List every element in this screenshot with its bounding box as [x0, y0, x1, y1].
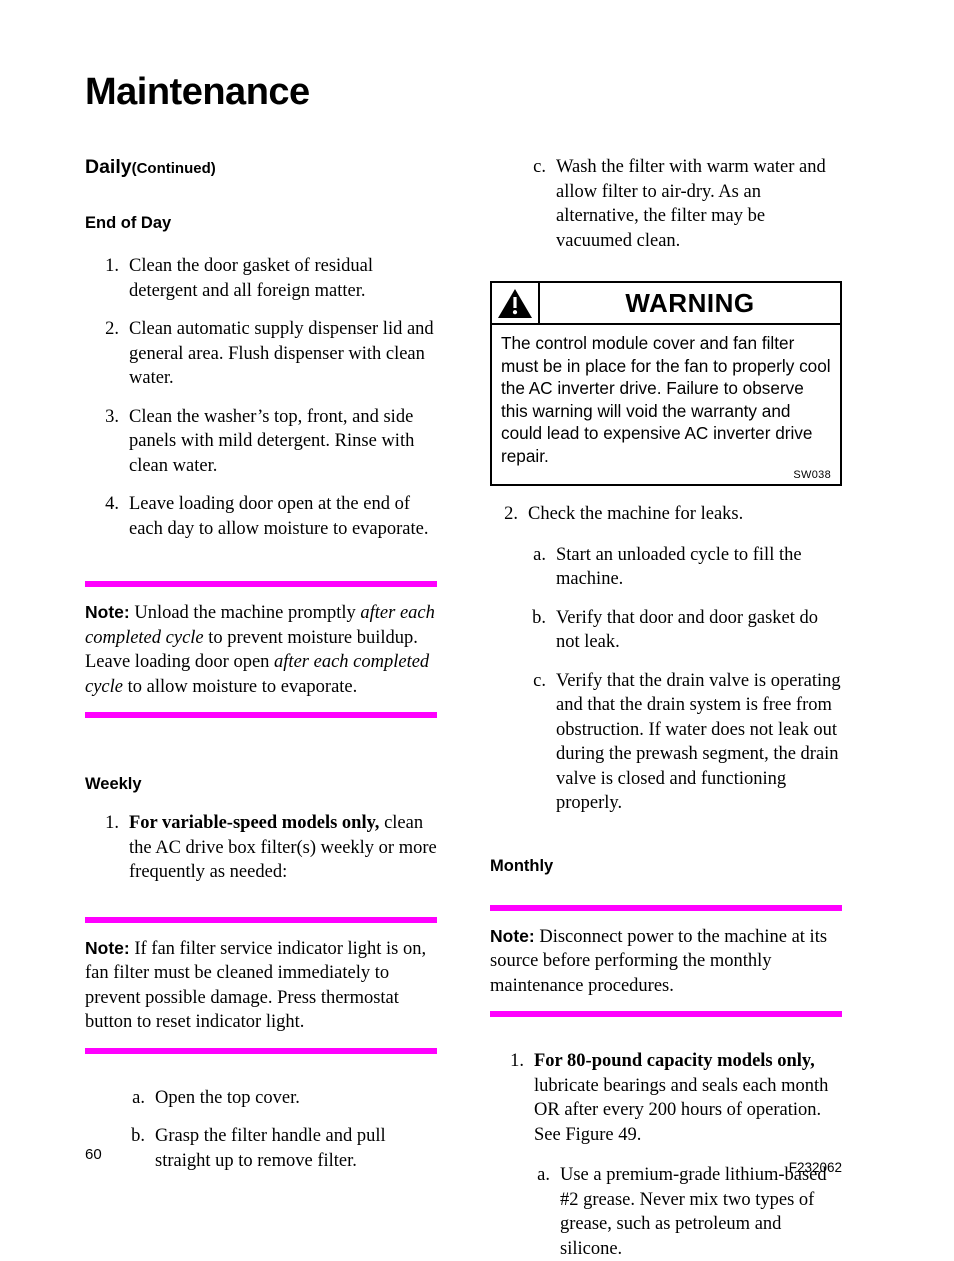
list-marker: 2.: [504, 504, 518, 524]
section-heading-text: Daily: [85, 156, 132, 178]
list-item: a. Start an unloaded cycle to fill the m…: [524, 543, 842, 592]
list-item: b. Grasp the filter handle and pull stra…: [123, 1124, 437, 1173]
list-item: 1. For 80-pound capacity models only, lu…: [502, 1049, 842, 1147]
list-marker: 1.: [105, 256, 119, 276]
list-item: 3. Clean the washer’s top, front, and si…: [97, 405, 437, 479]
list-item-text: Verify that door and door gasket do not …: [556, 607, 819, 653]
note-label: Note:: [85, 937, 130, 958]
section-heading-continued: (Continued): [131, 160, 216, 177]
list-item-text: Clean the door gasket of residual deterg…: [129, 256, 374, 301]
list-item: 1. For variable-speed models only, clean…: [97, 811, 437, 885]
leak-check-sub-list: a. Start an unloaded cycle to fill the m…: [524, 543, 842, 816]
note-run: Unload the machine promptly: [129, 603, 361, 623]
note-label: Note:: [490, 925, 535, 946]
list-marker: b.: [131, 1126, 145, 1146]
list-item: 4. Leave loading door open at the end of…: [97, 492, 437, 541]
footer-page-number: 60: [85, 1146, 102, 1163]
note-run: to allow moisture to evaporate.: [123, 676, 358, 697]
list-item-text: Leave loading door open at the end of ea…: [129, 494, 429, 539]
list-item: 2. Check the machine for leaks.: [496, 502, 842, 527]
warning-code: SW038: [793, 469, 831, 481]
list-marker: 2.: [105, 319, 119, 339]
note-text: Note: Unload the machine promptly after …: [85, 587, 437, 712]
list-item-text: For 80-pound capacity models only, lubri…: [534, 1049, 842, 1147]
list-marker: a.: [537, 1165, 550, 1185]
list-marker: 1.: [510, 1051, 524, 1071]
page-title: Maintenance: [85, 71, 310, 113]
list-item: a. Use a premium-grade lithium-based #2 …: [528, 1163, 842, 1261]
list-marker: a.: [533, 544, 546, 565]
list-item-text: Clean automatic supply dispenser lid and…: [129, 319, 434, 388]
note-block-unload: Note: Unload the machine promptly after …: [85, 581, 437, 718]
list-item-text: For variable-speed models only, clean th…: [129, 811, 437, 885]
section-heading-weekly: Weekly: [85, 775, 142, 793]
note-text: Note: Disconnect power to the machine at…: [490, 911, 842, 1012]
warning-title: WARNING: [625, 287, 755, 318]
right-column: c. Wash the filter with warm water and a…: [490, 155, 842, 1261]
list-item-bold-lead: For variable-speed models only,: [129, 813, 380, 833]
list-item: a. Open the top cover.: [123, 1086, 437, 1111]
list-item: 2. Clean automatic supply dispenser lid …: [97, 317, 437, 391]
list-marker: c.: [533, 670, 546, 691]
warning-box: WARNING The control module cover and fan…: [490, 281, 842, 486]
list-item-text: Wash the filter with warm water and allo…: [556, 157, 826, 251]
note-text: Note: If fan filter service indicator li…: [85, 923, 437, 1048]
note-block-monthly-power: Note: Disconnect power to the machine at…: [490, 904, 842, 1017]
weekly-sub-list: a. Open the top cover. b. Grasp the filt…: [123, 1086, 437, 1174]
list-item: c. Wash the filter with warm water and a…: [524, 155, 842, 253]
list-marker: a.: [132, 1087, 145, 1108]
list-item-bold-lead: For 80-pound capacity models only,: [534, 1051, 815, 1071]
note-block-fan-filter: Note: If fan filter service indicator li…: [85, 916, 437, 1054]
note-body: Disconnect power to the machine at its s…: [490, 926, 828, 996]
list-item-text: Verify that the drain valve is operating…: [556, 670, 841, 814]
footer-document-code: F232062: [788, 1160, 842, 1175]
note-body: Unload the machine promptly after each c…: [85, 603, 435, 697]
weekly-list: 1. For variable-speed models only, clean…: [97, 811, 437, 885]
list-marker: b.: [532, 607, 546, 628]
warning-header: WARNING: [492, 283, 840, 325]
note-body: If fan filter service indicator light is…: [85, 938, 427, 1033]
end-of-day-list: 1. Clean the door gasket of residual det…: [97, 254, 437, 541]
document-page: Maintenance Daily(Continued) End of Day …: [0, 0, 954, 1259]
warning-triangle-icon: [492, 283, 540, 323]
warning-body-text: The control module cover and fan filter …: [501, 333, 831, 466]
leak-check-list: 2. Check the machine for leaks.: [496, 502, 842, 527]
note-label: Note:: [85, 602, 130, 622]
section-heading-monthly: Monthly: [490, 856, 554, 875]
section-heading-daily: Daily(Continued): [85, 155, 437, 181]
list-item-rest: lubricate bearings and seals each month …: [534, 1075, 829, 1145]
left-column: Daily(Continued) End of Day 1. Clean the…: [85, 155, 437, 1173]
list-item-text: Open the top cover.: [155, 1087, 300, 1108]
list-item: c. Verify that the drain valve is operat…: [524, 669, 842, 816]
list-item: b. Verify that door and door gasket do n…: [524, 606, 842, 655]
monthly-sub-list: a. Use a premium-grade lithium-based #2 …: [528, 1163, 842, 1261]
list-marker: 1.: [105, 813, 119, 833]
list-marker: 4.: [105, 494, 119, 514]
list-marker: 3.: [105, 406, 119, 427]
list-item-text: Start an unloaded cycle to fill the mach…: [556, 544, 802, 590]
list-item-text: Clean the washer’s top, front, and side …: [129, 406, 415, 476]
monthly-list: 1. For 80-pound capacity models only, lu…: [502, 1049, 842, 1147]
continued-sub-list: c. Wash the filter with warm water and a…: [524, 155, 842, 253]
list-item-text: Check the machine for leaks.: [528, 504, 744, 524]
list-item: 1. Clean the door gasket of residual det…: [97, 254, 437, 303]
list-item-text: Use a premium-grade lithium-based #2 gre…: [560, 1165, 827, 1259]
list-item-text: Grasp the filter handle and pull straigh…: [155, 1126, 386, 1171]
list-marker: c.: [533, 157, 546, 177]
subsection-heading-end-of-day: End of Day: [85, 214, 172, 232]
